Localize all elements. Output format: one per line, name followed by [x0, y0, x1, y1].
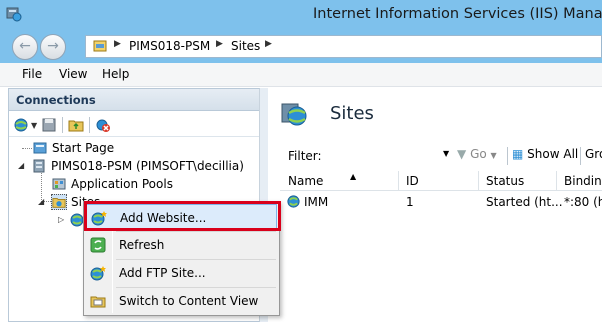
collapse-arrow-icon[interactable]: ◢ [38, 197, 44, 206]
refresh-icon [90, 237, 106, 253]
column-binding[interactable]: Bindin [564, 174, 602, 188]
menu-view[interactable]: View [59, 67, 87, 81]
column-divider[interactable] [478, 171, 479, 191]
show-all-icon: ▦ [512, 147, 524, 161]
connections-title: Connections [16, 93, 96, 107]
dropdown-arrow-icon[interactable]: ▼ [31, 121, 37, 130]
menu-item-switch-content-view[interactable]: Switch to Content View [86, 288, 277, 314]
chevron-right-icon: ▶ [114, 39, 121, 49]
app-pools-icon [52, 178, 66, 190]
column-name[interactable]: Name [288, 174, 323, 188]
up-folder-icon[interactable] [68, 117, 84, 133]
column-id[interactable]: ID [406, 174, 419, 188]
menu-file[interactable]: File [22, 67, 42, 81]
cell-id: 1 [406, 195, 414, 209]
tree-line [22, 148, 32, 149]
expand-arrow-icon[interactable]: ▷ [58, 215, 64, 224]
page-title: Sites [330, 103, 374, 124]
breadcrumb-server[interactable]: PIMS018-PSM [129, 39, 210, 53]
breadcrumb[interactable]: ▶ PIMS018-PSM ▶ Sites ▶ [85, 35, 602, 58]
table-header: Name ▲ ID Status Bindin [280, 171, 602, 191]
column-status[interactable]: Status [486, 174, 524, 188]
go-button[interactable]: ▼ Go ▼ [457, 147, 497, 161]
sites-folder-icon [51, 194, 67, 210]
save-icon[interactable] [41, 117, 57, 133]
sites-pane: Sites Filter: ▼ ▼ Go ▼ ▦ Show All Grou N… [268, 88, 602, 322]
connect-globe-icon[interactable] [13, 117, 29, 133]
globe-icon [287, 195, 300, 208]
group-by-button[interactable]: Grou [585, 147, 602, 161]
collapse-arrow-icon[interactable]: ◢ [18, 161, 24, 170]
cell-status: Started (ht... [486, 195, 563, 209]
address-bar: ← → ▶ PIMS018-PSM ▶ Sites ▶ [0, 30, 602, 63]
chevron-right-icon: ▶ [216, 39, 223, 49]
server-icon [33, 159, 45, 173]
connections-toolbar: ▼ [9, 111, 259, 137]
highlight-annotation-box [84, 201, 281, 231]
menu-item-add-ftp-site[interactable]: Add FTP Site... [86, 260, 277, 286]
column-divider[interactable] [398, 171, 399, 191]
table-row[interactable]: IMM 1 Started (ht... *:80 (ht [280, 192, 602, 212]
toolbar-divider [580, 147, 581, 165]
add-ftp-icon [90, 266, 106, 281]
breadcrumb-sites[interactable]: Sites [231, 39, 260, 53]
menu-bar: File View Help [0, 63, 602, 87]
sort-ascending-icon: ▲ [350, 172, 357, 181]
menu-help[interactable]: Help [102, 67, 129, 81]
disconnect-icon[interactable] [95, 117, 111, 133]
filter-dropdown-arrow-icon[interactable]: ▼ [443, 149, 449, 158]
title-bar: Internet Information Services (IIS) Mana… [0, 0, 602, 30]
iis-app-icon [6, 7, 22, 22]
funnel-icon: ▼ [457, 147, 467, 161]
content-view-icon [90, 296, 106, 308]
toolbar-divider [62, 117, 63, 133]
sites-globe-icon [281, 103, 307, 126]
forward-button[interactable]: → [40, 34, 66, 60]
sites-header: Sites [268, 88, 602, 140]
chevron-right-icon: ▶ [265, 39, 272, 49]
cell-binding: *:80 (ht [564, 195, 602, 209]
cell-name: IMM [304, 195, 329, 209]
back-button[interactable]: ← [12, 34, 38, 60]
show-all-button[interactable]: ▦ Show All [512, 147, 578, 161]
toolbar-divider [507, 147, 508, 165]
menu-item-refresh[interactable]: Refresh [86, 232, 277, 258]
window-title: Internet Information Services (IIS) Mana… [313, 6, 602, 22]
toolbar-divider [89, 117, 90, 133]
filter-input[interactable] [325, 145, 455, 165]
connections-header: Connections [9, 89, 259, 111]
start-page-icon [33, 142, 47, 154]
filter-label: Filter: [288, 149, 322, 163]
column-divider[interactable] [556, 171, 557, 191]
filter-bar: Filter: ▼ ▼ Go ▼ ▦ Show All Grou [280, 143, 602, 169]
server-icon [93, 40, 107, 52]
